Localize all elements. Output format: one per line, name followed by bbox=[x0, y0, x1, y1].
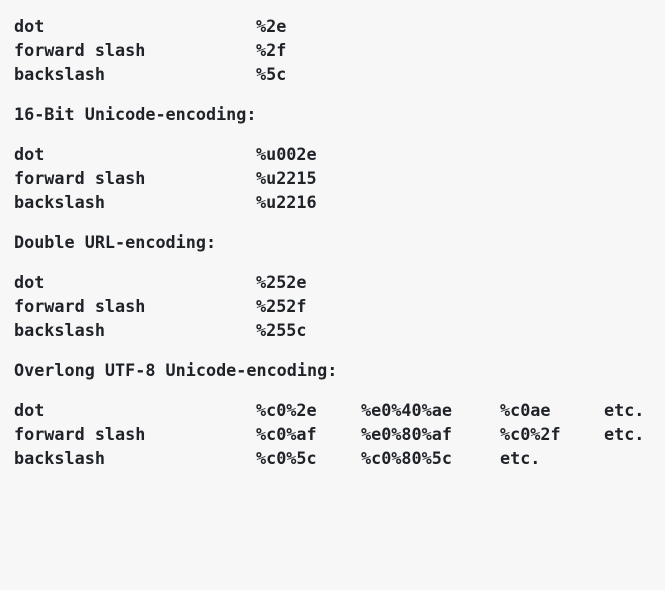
encoding-value: %u002e bbox=[256, 144, 317, 164]
char-name: forward slash bbox=[14, 424, 146, 444]
encoding-value: %c0%80%5c bbox=[361, 448, 452, 468]
table-row: forward slash %c0%af %e0%80%af %c0%2f et… bbox=[14, 422, 644, 446]
encoding-value: %u2216 bbox=[256, 192, 317, 212]
encoding-value: %e0%80%af bbox=[361, 424, 452, 444]
table-row: backslash %5c bbox=[14, 62, 286, 86]
encoding-value: %c0%2f bbox=[500, 424, 561, 444]
encoding-value: %252e bbox=[256, 272, 307, 292]
table-row: forward slash %u2215 bbox=[14, 166, 317, 190]
code-block: dot %2e forward slash %2f backslash %5c … bbox=[14, 14, 665, 477]
encoding-value: %2f bbox=[256, 40, 287, 60]
section-heading: Double URL-encoding: bbox=[14, 232, 217, 252]
encoding-value: etc. bbox=[604, 424, 645, 444]
table-row: backslash %255c bbox=[14, 318, 307, 342]
table-row: forward slash %252f bbox=[14, 294, 307, 318]
char-name: backslash bbox=[14, 320, 105, 340]
encoding-value: %c0%2e bbox=[256, 400, 317, 420]
table-row: backslash %u2216 bbox=[14, 190, 317, 214]
char-name: backslash bbox=[14, 64, 105, 84]
encoding-value: etc. bbox=[500, 448, 541, 468]
encoding-value: %5c bbox=[256, 64, 287, 84]
section-heading: 16-Bit Unicode-encoding: bbox=[14, 104, 257, 124]
table-row: dot %u002e bbox=[14, 142, 317, 166]
char-name: dot bbox=[14, 400, 45, 420]
char-name: forward slash bbox=[14, 168, 146, 188]
table-row: forward slash %2f bbox=[14, 38, 286, 62]
encoding-value: %c0ae bbox=[500, 400, 551, 420]
encoding-value: %252f bbox=[256, 296, 307, 316]
encoding-value: %2e bbox=[256, 16, 287, 36]
char-name: forward slash bbox=[14, 296, 146, 316]
table-row: dot %2e bbox=[14, 14, 286, 38]
table-row: backslash %c0%5c %c0%80%5c etc. bbox=[14, 446, 540, 470]
encoding-value: %c0%af bbox=[256, 424, 317, 444]
table-row: dot %c0%2e %e0%40%ae %c0ae etc. bbox=[14, 398, 644, 422]
encoding-value: %255c bbox=[256, 320, 307, 340]
char-name: backslash bbox=[14, 192, 105, 212]
section-heading: Overlong UTF-8 Unicode-encoding: bbox=[14, 360, 338, 380]
encoding-value: %e0%40%ae bbox=[361, 400, 452, 420]
char-name: forward slash bbox=[14, 40, 146, 60]
encoding-value: %u2215 bbox=[256, 168, 317, 188]
table-row: dot %252e bbox=[14, 270, 307, 294]
char-name: backslash bbox=[14, 448, 105, 468]
encoding-value: etc. bbox=[604, 400, 645, 420]
char-name: dot bbox=[14, 16, 45, 36]
char-name: dot bbox=[14, 272, 45, 292]
encoding-value: %c0%5c bbox=[256, 448, 317, 468]
char-name: dot bbox=[14, 144, 45, 164]
